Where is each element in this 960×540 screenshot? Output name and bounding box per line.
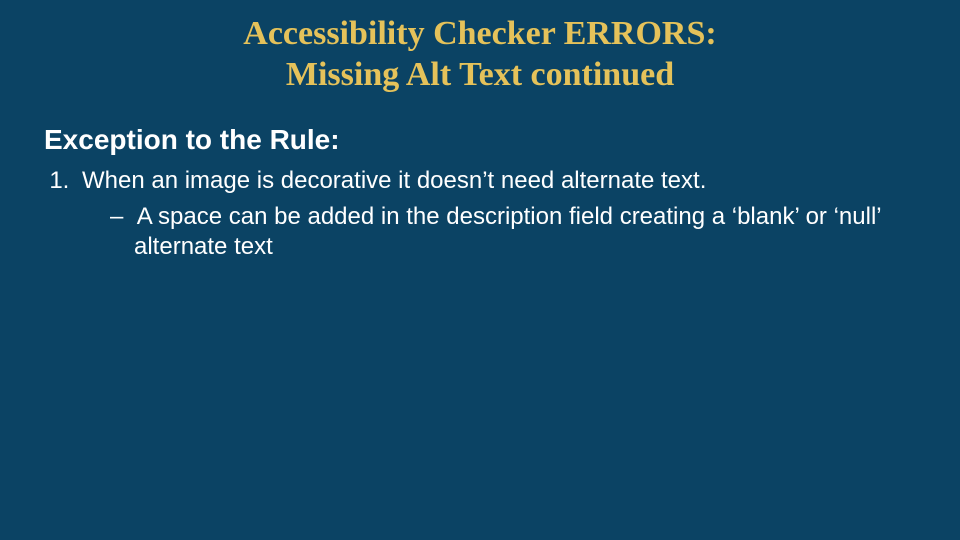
section-heading: Exception to the Rule: bbox=[44, 124, 960, 156]
list-item-text: When an image is decorative it doesn’t n… bbox=[82, 167, 706, 194]
title-line-1: Accessibility Checker ERRORS: bbox=[243, 15, 716, 52]
slide-title: Accessibility Checker ERRORS: Missing Al… bbox=[48, 0, 912, 96]
ordered-list: When an image is decorative it doesn’t n… bbox=[44, 166, 910, 262]
list-item: When an image is decorative it doesn’t n… bbox=[76, 166, 910, 262]
title-line-2: Missing Alt Text continued bbox=[286, 56, 674, 93]
sub-list: A space can be added in the description … bbox=[82, 202, 910, 262]
sub-list-item: A space can be added in the description … bbox=[110, 202, 910, 262]
slide: Accessibility Checker ERRORS: Missing Al… bbox=[0, 0, 960, 540]
